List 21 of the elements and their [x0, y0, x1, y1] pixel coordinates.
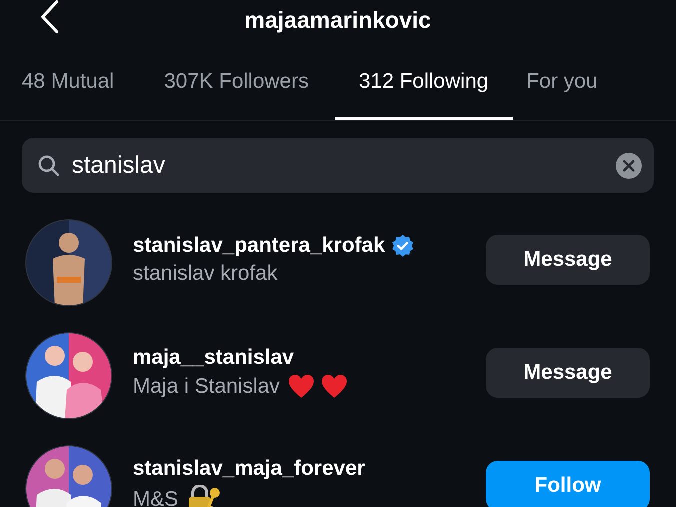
heart-icon	[321, 374, 348, 400]
message-button[interactable]: Message	[486, 234, 650, 284]
lock-with-key-icon	[186, 484, 221, 507]
message-button[interactable]: Message	[486, 348, 650, 398]
tab[interactable]: 312 Following	[334, 40, 513, 120]
search-query[interactable]: stanislav	[72, 152, 166, 180]
tab[interactable]: 48 Mutual	[8, 40, 128, 120]
tab[interactable]: For you	[512, 40, 612, 120]
account-username[interactable]: stanislav_maja_forever	[133, 456, 366, 480]
account-full-name: M&S	[133, 488, 179, 507]
profile-username: majaamarinkovic	[244, 6, 432, 34]
account-username[interactable]: maja__stanislav	[133, 346, 294, 370]
clear-icon[interactable]	[616, 152, 642, 178]
search-icon	[38, 154, 60, 176]
account-full-name: Maja i Stanislav	[133, 374, 280, 398]
back-chevron-icon	[40, 0, 60, 34]
account-username[interactable]: stanislav_pantera_krofak	[133, 234, 386, 258]
heart-icon	[288, 374, 316, 400]
search-field[interactable]: stanislav	[22, 138, 654, 193]
account-full-name: stanislav krofak	[133, 262, 278, 286]
tab[interactable]: 307K Followers	[150, 40, 323, 120]
